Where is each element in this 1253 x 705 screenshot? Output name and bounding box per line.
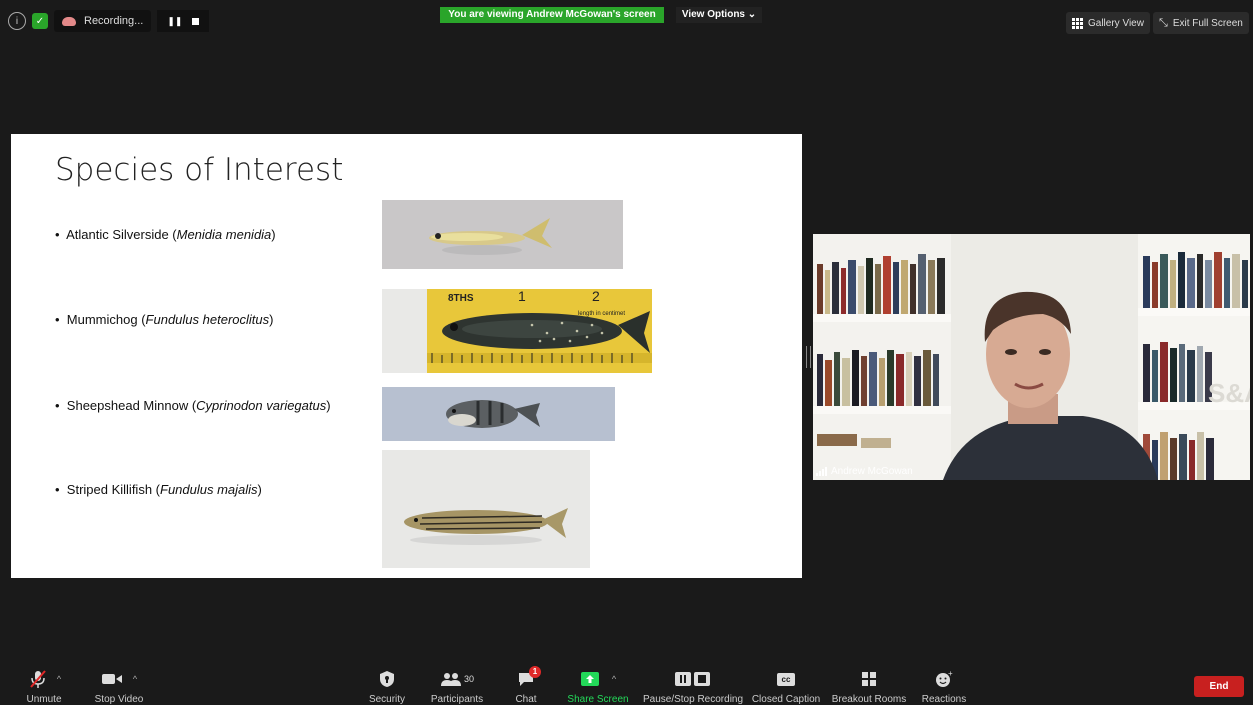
- video-camera-icon: ^: [101, 668, 137, 690]
- smiley-plus-icon: +: [935, 668, 953, 690]
- exit-full-screen-label: Exit Full Screen: [1172, 17, 1243, 29]
- unmute-label: Unmute: [26, 694, 62, 705]
- striped-killifish-photo: [382, 450, 590, 568]
- ruler-caption: length in centimet: [578, 311, 625, 317]
- participant-name-label: Andrew McGowan: [816, 466, 913, 477]
- gallery-view-button[interactable]: Gallery View: [1066, 12, 1150, 34]
- chat-unread-badge: 1: [529, 666, 541, 678]
- chevron-up-icon[interactable]: ^: [133, 674, 137, 684]
- participants-button[interactable]: 30 Participants: [428, 668, 486, 705]
- unmute-button[interactable]: ^ Unmute: [22, 668, 66, 705]
- splitter-handle[interactable]: [806, 346, 811, 368]
- chevron-up-icon[interactable]: ^: [57, 674, 61, 684]
- svg-text:+: +: [948, 670, 953, 678]
- exit-fullscreen-icon: ⤡: [1159, 16, 1168, 29]
- atlantic-silverside-photo: [382, 200, 623, 269]
- share-screen-icon: ^: [580, 668, 616, 690]
- ruler-number: 2: [592, 289, 600, 304]
- cloud-record-icon: [62, 16, 76, 26]
- participants-label: Participants: [430, 694, 484, 705]
- info-icon[interactable]: i: [8, 12, 26, 30]
- shelf-sign: S&A: [1208, 378, 1250, 408]
- stop-video-button[interactable]: ^ Stop Video: [92, 668, 146, 705]
- breakout-rooms-label: Breakout Rooms: [831, 694, 907, 705]
- species-item: • Striped Killifish (Fundulus majalis): [55, 482, 262, 497]
- stop-video-label: Stop Video: [94, 694, 144, 705]
- pause-stop-icon: [674, 668, 712, 690]
- shield-check-icon[interactable]: ✓: [32, 13, 48, 29]
- recording-label: Recording...: [84, 15, 144, 27]
- reactions-button[interactable]: + Reactions: [920, 668, 968, 705]
- share-screen-label: Share Screen: [567, 694, 629, 705]
- closed-caption-icon: cc: [777, 668, 795, 690]
- participants-icon: 30: [440, 668, 474, 690]
- security-label: Security: [368, 694, 406, 705]
- closed-caption-button[interactable]: cc Closed Caption: [750, 668, 822, 705]
- species-item: • Mummichog (Fundulus heteroclitus): [55, 312, 274, 327]
- chat-bubble-icon: 1: [517, 666, 541, 690]
- shared-screen-slide: Species of Interest • Atlantic Silversid…: [11, 134, 802, 578]
- reactions-label: Reactions: [921, 694, 967, 705]
- ruler-number: 1: [518, 289, 526, 304]
- breakout-rooms-button[interactable]: Breakout Rooms: [830, 668, 908, 705]
- exit-full-screen-button[interactable]: ⤡ Exit Full Screen: [1153, 12, 1249, 34]
- participant-video-tile: S&A: [813, 234, 1250, 480]
- sheepshead-minnow-photo: [382, 387, 615, 441]
- muted-microphone-icon: ^: [27, 668, 61, 690]
- pause-stop-recording-button[interactable]: Pause/Stop Recording: [642, 668, 744, 705]
- participants-count: 30: [463, 674, 474, 684]
- stop-recording-icon[interactable]: [192, 17, 200, 25]
- chevron-up-icon[interactable]: ^: [612, 674, 616, 684]
- breakout-rooms-icon: [861, 668, 877, 690]
- species-item: • Sheepshead Minnow (Cyprinodon variegat…: [55, 398, 331, 413]
- participant-name: Andrew McGowan: [831, 466, 913, 477]
- security-button[interactable]: Security: [366, 668, 408, 705]
- meeting-info-bar: i ✓ Recording... ❚❚: [8, 8, 210, 34]
- shield-icon: [379, 668, 395, 690]
- signal-strength-icon: [816, 467, 827, 476]
- mummichog-photo: 8THS 1 2 length in centimet: [382, 289, 652, 373]
- chat-button[interactable]: 1 Chat: [510, 666, 542, 705]
- closed-caption-label: Closed Caption: [751, 694, 821, 705]
- chat-label: Chat: [515, 694, 537, 705]
- slide-title: Species of Interest: [55, 152, 344, 188]
- end-meeting-button[interactable]: End: [1194, 676, 1244, 697]
- gallery-view-label: Gallery View: [1088, 17, 1144, 29]
- view-options-button[interactable]: View Options ⌄: [676, 7, 762, 23]
- viewing-screen-banner: You are viewing Andrew McGowan's screen: [440, 7, 664, 23]
- species-item: • Atlantic Silverside (Menidia menidia): [55, 227, 276, 242]
- pause-stop-recording-label: Pause/Stop Recording: [642, 694, 744, 705]
- recording-controls: ❚❚: [157, 10, 210, 32]
- grid-icon: [1072, 17, 1083, 29]
- ruler-label: 8THS: [448, 293, 474, 304]
- share-screen-button[interactable]: ^ Share Screen: [566, 668, 630, 705]
- recording-indicator: Recording...: [54, 10, 152, 32]
- pause-recording-icon[interactable]: ❚❚: [167, 16, 182, 27]
